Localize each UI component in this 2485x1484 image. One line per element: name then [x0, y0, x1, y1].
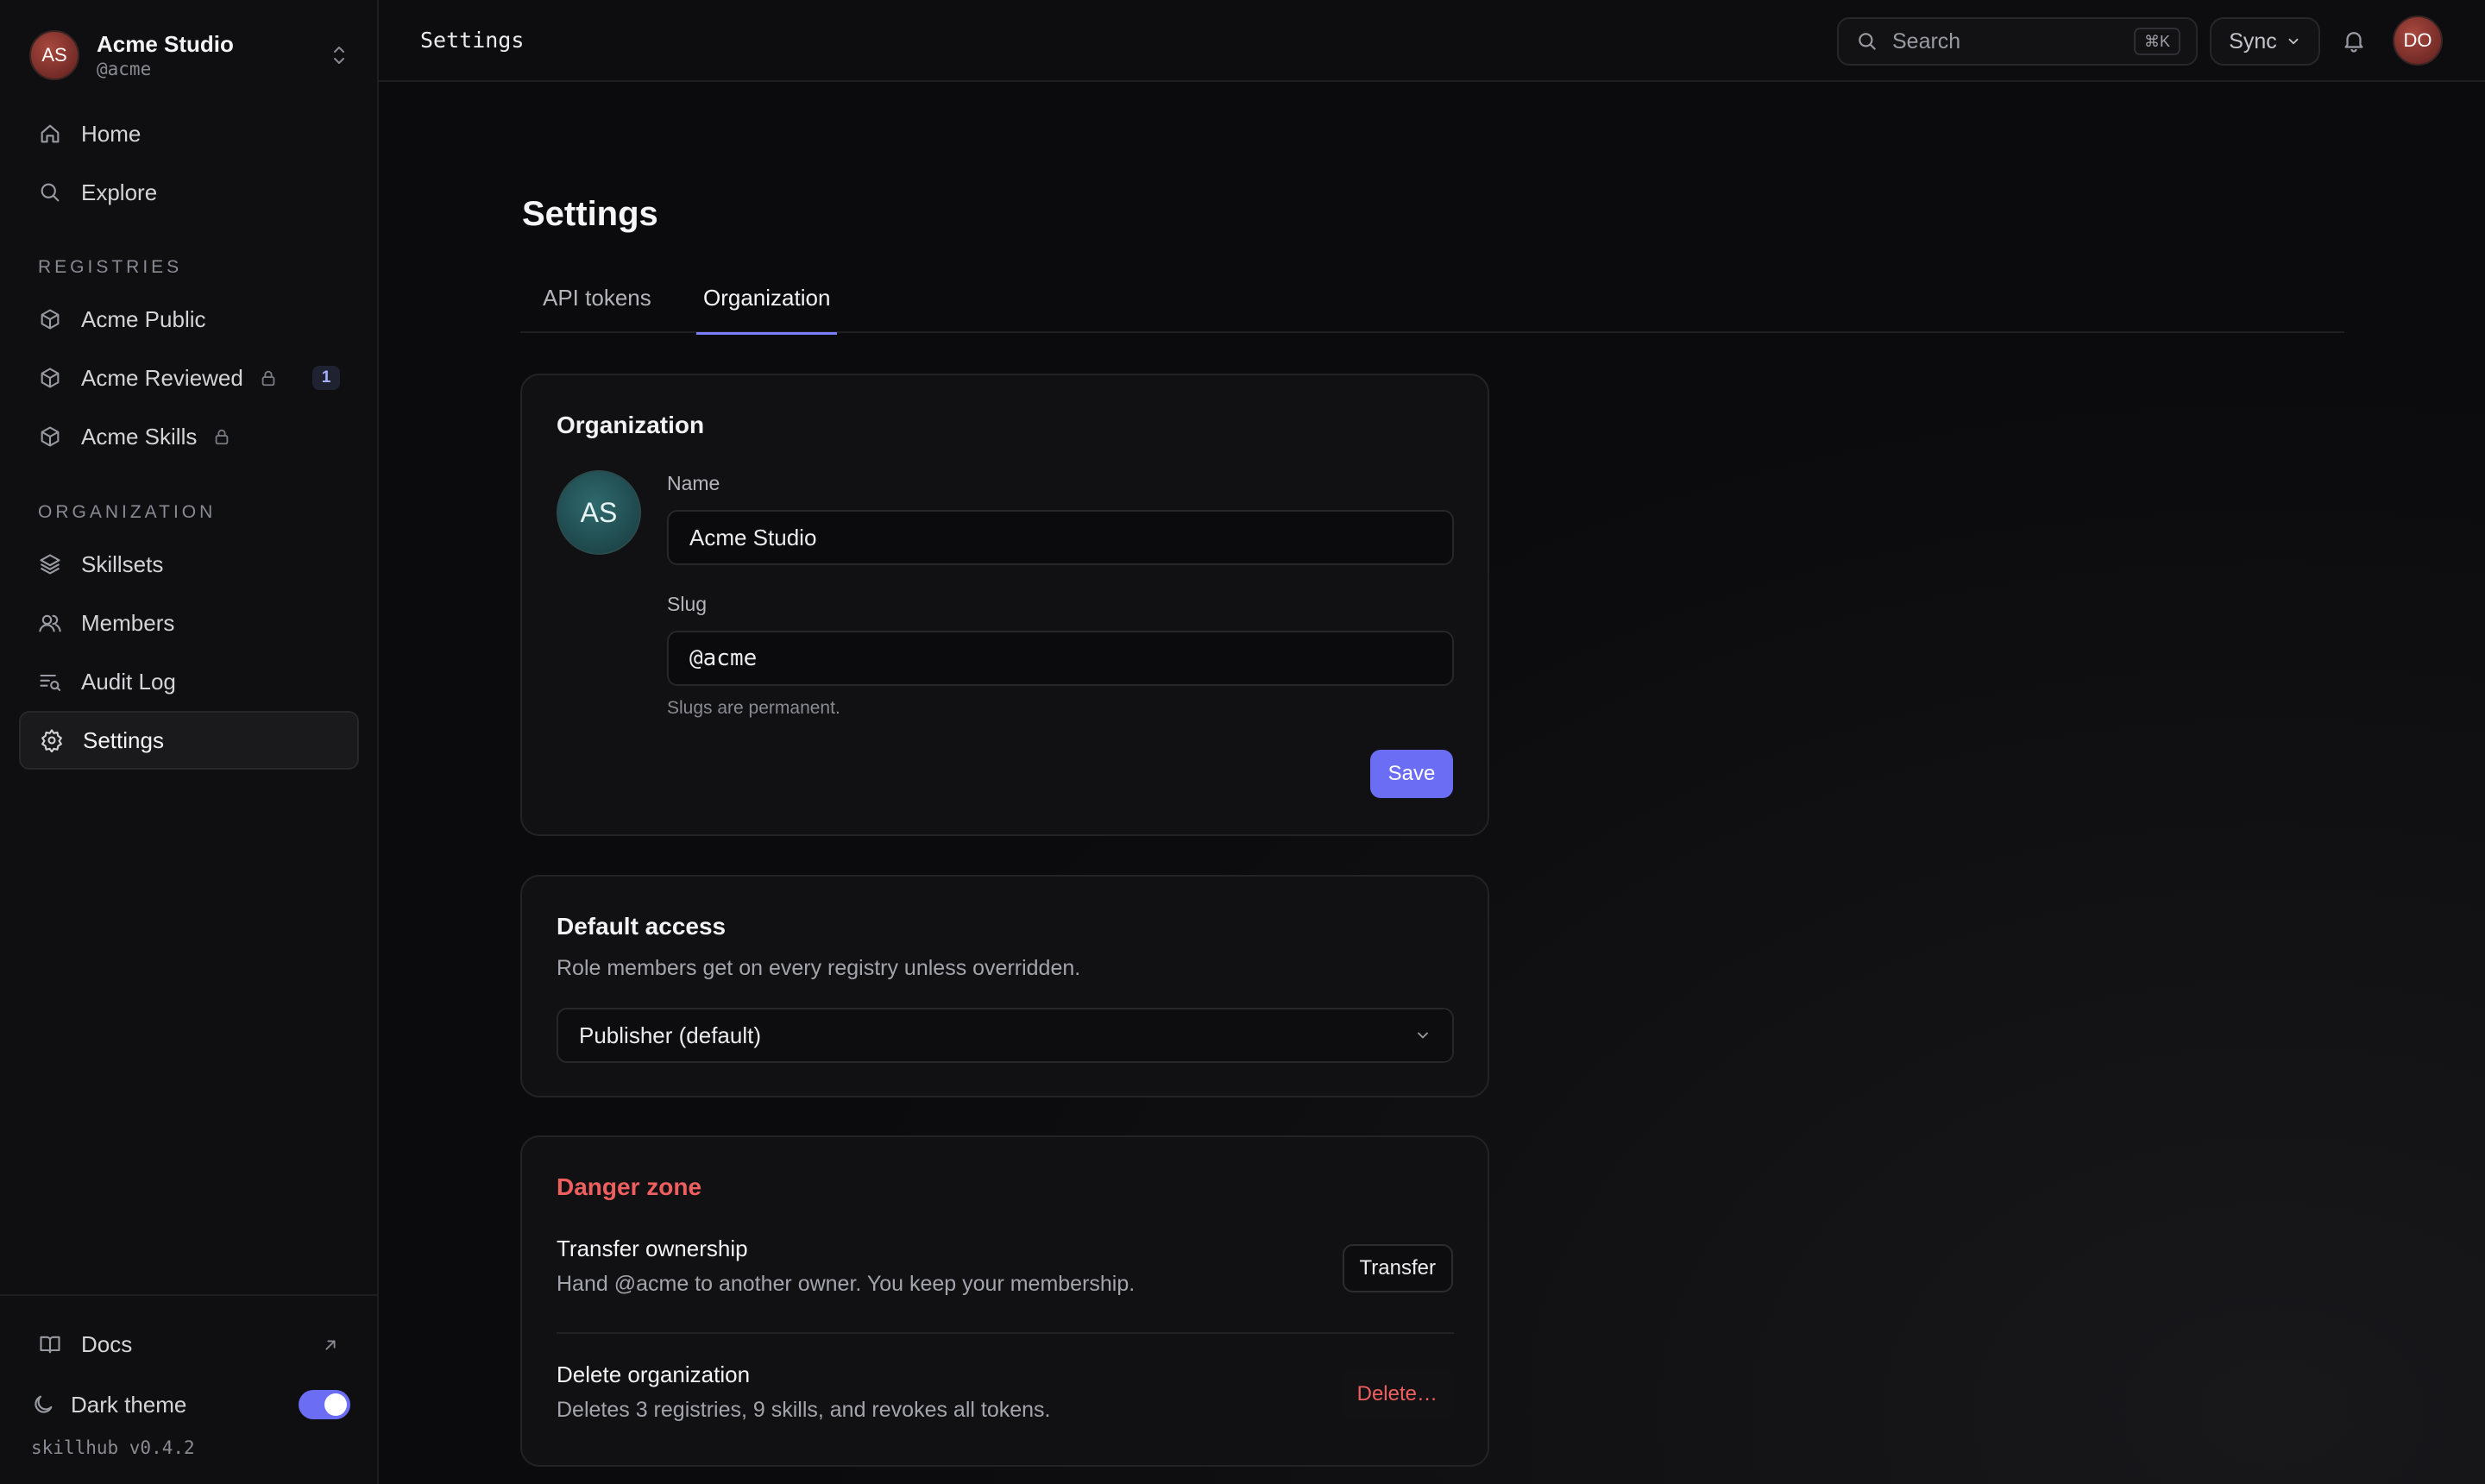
search-placeholder: Search — [1892, 28, 1961, 53]
nav-item-explore[interactable]: Explore — [19, 163, 359, 222]
sidebar-item-skillsets[interactable]: Skillsets — [19, 535, 359, 594]
danger-zone-title: Danger zone — [557, 1173, 702, 1200]
sidebar-item-docs[interactable]: Docs — [19, 1315, 359, 1374]
transfer-ownership-title: Transfer ownership — [557, 1236, 748, 1261]
layers-icon — [38, 552, 62, 576]
name-label: Name — [667, 472, 720, 494]
nav-item-label: Acme Skills — [81, 423, 198, 450]
nav-item-label: Docs — [81, 1330, 133, 1357]
card-title: Default access — [557, 913, 727, 940]
nav-item-home[interactable]: Home — [19, 104, 359, 163]
default-role-select[interactable]: Publisher (default) — [557, 1008, 1454, 1063]
danger-zone-card: Danger zone Transfer ownership Hand @acm… — [520, 1135, 1489, 1467]
nav-item-label: Audit Log — [81, 668, 176, 695]
tab-organization[interactable]: Organization — [695, 285, 838, 335]
gear-icon — [40, 728, 64, 752]
sidebar: AS Acme Studio @acme Home Explore Regist… — [0, 0, 379, 1484]
sync-label: Sync — [2229, 28, 2277, 53]
selected-role: Publisher (default) — [579, 1022, 761, 1048]
package-icon — [38, 366, 62, 390]
card-description: Role members get on every registry unles… — [557, 956, 1081, 980]
transfer-button[interactable]: Transfer — [1342, 1244, 1453, 1292]
book-icon — [38, 1332, 62, 1356]
nav-item-label: Explore — [81, 179, 158, 205]
nav-item-label: Acme Public — [81, 305, 206, 332]
card-title: Organization — [557, 412, 705, 438]
search-shortcut: ⌘K — [2133, 28, 2180, 55]
nav-item-label: Home — [81, 120, 142, 147]
lock-icon — [212, 427, 231, 446]
transfer-ownership-desc: Hand @acme to another owner. You keep yo… — [557, 1272, 1136, 1296]
nav-item-label: Settings — [83, 726, 164, 753]
sidebar-item-members[interactable]: Members — [19, 594, 359, 652]
package-icon — [38, 307, 62, 331]
search-icon — [1856, 30, 1878, 53]
delete-button[interactable]: Delete… — [1341, 1370, 1453, 1418]
section-label-organization: Organization — [38, 502, 217, 522]
delete-organization-desc: Deletes 3 registries, 9 skills, and revo… — [557, 1398, 1051, 1422]
page-title: Settings — [522, 195, 658, 233]
section-label-registries: Registries — [38, 257, 183, 277]
org-avatar: AS — [29, 30, 79, 80]
tab-bar: API tokens Organization — [520, 276, 2344, 335]
search-icon — [38, 180, 62, 204]
org-switcher[interactable]: AS Acme Studio @acme — [19, 17, 355, 93]
app-version: skillhub v0.4.2 — [31, 1437, 195, 1458]
user-avatar[interactable]: DO — [2393, 16, 2443, 66]
divider — [557, 1332, 1454, 1334]
org-handle: @acme — [97, 59, 152, 79]
topbar: Settings Search ⌘K Sync DO — [379, 0, 2485, 82]
slug-label: Slug — [667, 593, 708, 615]
search-input[interactable]: Search ⌘K — [1837, 17, 2198, 66]
default-access-card: Default access Role members get on every… — [520, 875, 1489, 1097]
chevron-down-icon — [2286, 34, 2301, 49]
home-icon — [38, 122, 62, 146]
breadcrumb: Settings — [420, 28, 525, 53]
tab-api-tokens[interactable]: API tokens — [543, 285, 651, 333]
chevron-down-icon — [1414, 1027, 1431, 1044]
lock-icon — [259, 368, 278, 387]
sync-button[interactable]: Sync — [2210, 17, 2320, 66]
sidebar-footer: Docs Dark theme skillhub v0.4.2 — [0, 1294, 377, 1484]
save-button[interactable]: Save — [1370, 750, 1453, 798]
sidebar-item-acme-public[interactable]: Acme Public — [19, 290, 359, 349]
organization-card: Organization AS Name Acme Studio Slug @a… — [520, 374, 1489, 836]
external-link-icon — [321, 1334, 340, 1353]
list-search-icon — [38, 670, 62, 694]
moon-icon — [31, 1393, 55, 1417]
dark-theme-toggle[interactable] — [299, 1390, 350, 1419]
sidebar-item-acme-skills[interactable]: Acme Skills — [19, 407, 359, 466]
sidebar-item-settings[interactable]: Settings — [19, 711, 359, 770]
users-icon — [38, 611, 62, 635]
chevron-up-down-icon — [330, 43, 349, 67]
nav-item-label: Acme Reviewed — [81, 364, 243, 391]
delete-organization-title: Delete organization — [557, 1361, 751, 1387]
org-logo-avatar[interactable]: AS — [557, 470, 641, 555]
package-icon — [38, 424, 62, 449]
sidebar-item-audit-log[interactable]: Audit Log — [19, 652, 359, 711]
dark-theme-label: Dark theme — [71, 1391, 187, 1418]
dark-theme-row: Dark theme — [31, 1382, 350, 1427]
bell-icon[interactable] — [2341, 28, 2367, 53]
count-badge: 1 — [312, 366, 340, 390]
nav-item-label: Members — [81, 609, 175, 636]
sidebar-item-acme-reviewed[interactable]: Acme Reviewed 1 — [19, 349, 359, 407]
org-name-field[interactable]: Acme Studio — [667, 510, 1454, 565]
org-info: Acme Studio @acme — [97, 30, 234, 80]
slug-hint: Slugs are permanent. — [667, 698, 840, 718]
org-slug-field[interactable]: @acme — [667, 631, 1454, 686]
org-name: Acme Studio — [97, 31, 234, 57]
nav-item-label: Skillsets — [81, 550, 164, 577]
